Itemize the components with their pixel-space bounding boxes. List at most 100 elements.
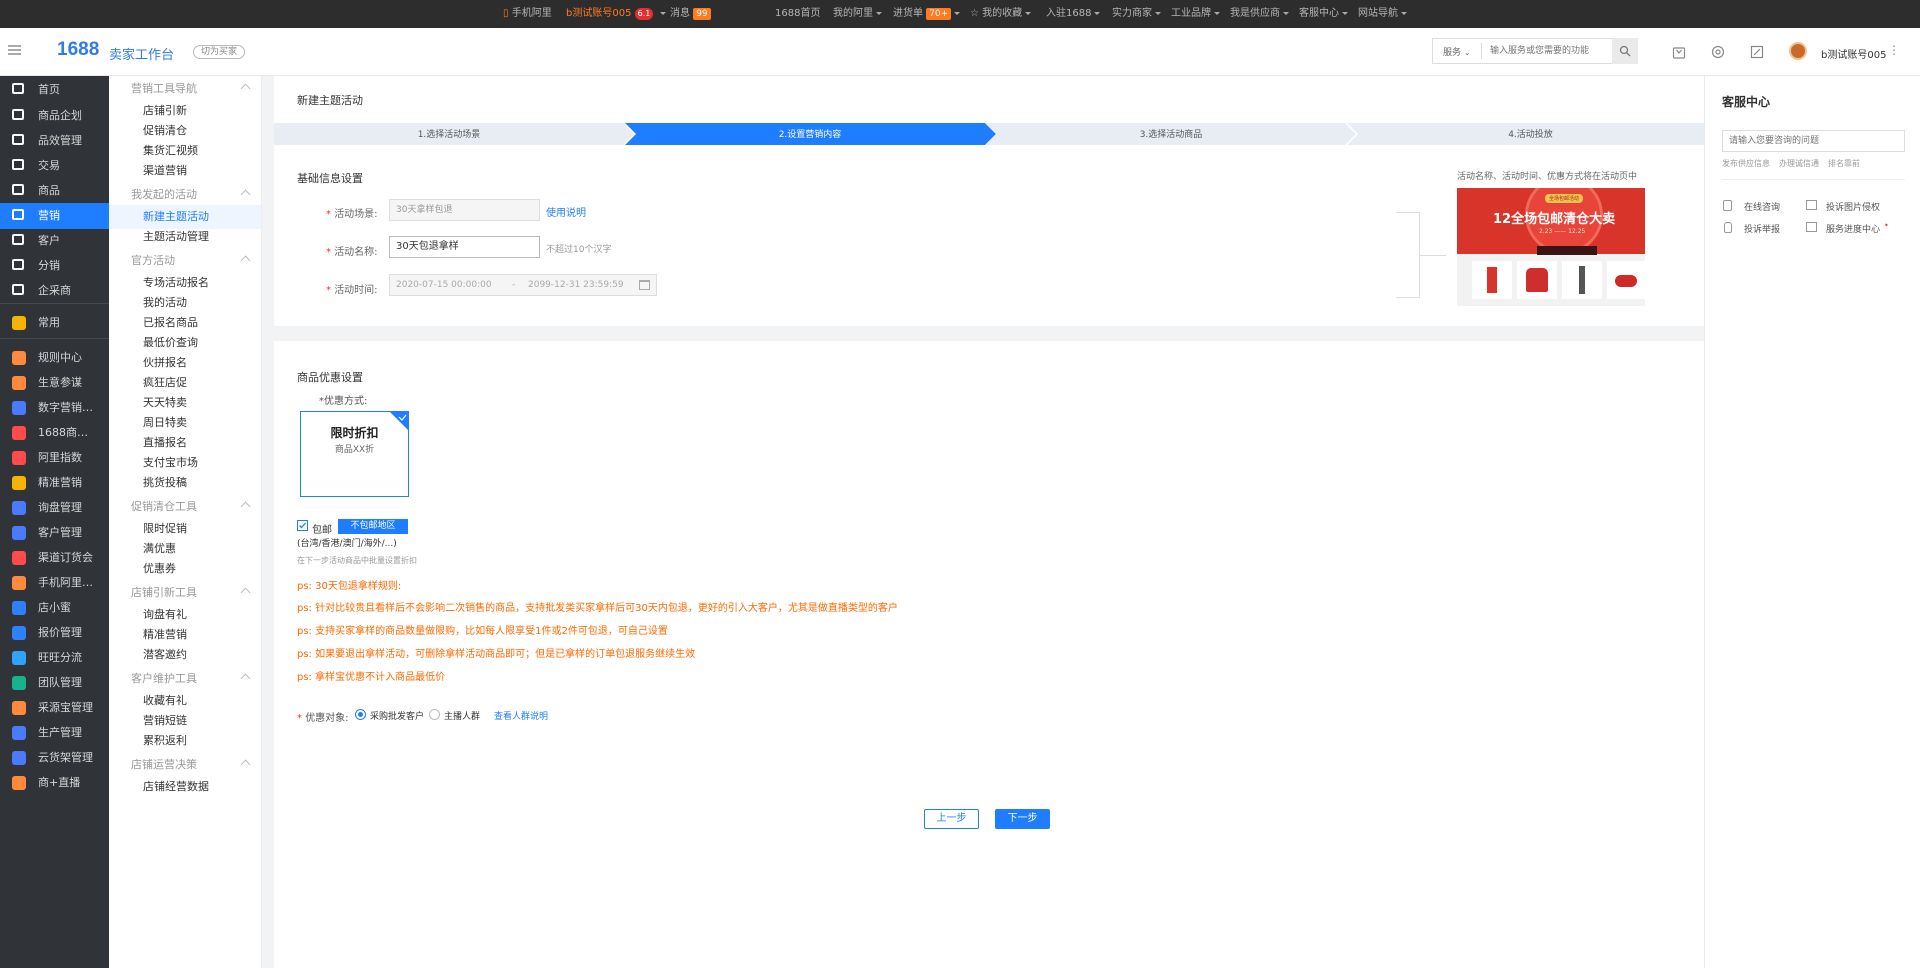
main-nav-item[interactable]: 品效管理: [0, 128, 109, 154]
main-nav-item[interactable]: 交易: [0, 153, 109, 179]
purchase-list-menu[interactable]: 进货单 70+: [893, 0, 961, 28]
online-consult-link[interactable]: 在线咨询: [1744, 200, 1780, 213]
excluded-regions-text: (台湾/香港/澳门/海外/...): [297, 539, 397, 549]
preview-note: 活动名称、活动时间、优惠方式将在活动页中: [1457, 172, 1638, 182]
report-link[interactable]: 投诉举报: [1744, 222, 1780, 235]
service-center-menu[interactable]: 客服中心: [1299, 0, 1348, 28]
main-nav-item[interactable]: 生意参谋: [0, 370, 109, 396]
audience-help-link[interactable]: 查看人群说明: [494, 709, 548, 722]
service-progress-link[interactable]: 服务进度中心: [1826, 222, 1880, 235]
main-nav-item[interactable]: 渠道订货会: [0, 545, 109, 571]
gear-icon[interactable]: [1710, 44, 1726, 63]
step-1: 1.选择活动场景: [417, 130, 481, 140]
subnav-group-header[interactable]: 我发起的活动: [131, 186, 251, 202]
free-shipping-label: 包邮: [312, 525, 332, 536]
subnav-group-header[interactable]: 官方活动: [131, 252, 251, 268]
main-nav-item[interactable]: 数字营销…: [0, 395, 109, 421]
industrial-menu[interactable]: 工业品牌: [1171, 0, 1220, 28]
free-shipping-checkbox[interactable]: [297, 520, 308, 531]
subnav-item[interactable]: 累积返利: [109, 729, 261, 753]
service-tag-3[interactable]: 排名靠前: [1828, 158, 1860, 169]
messages-link[interactable]: 消息 99: [670, 0, 711, 28]
service-tag-1[interactable]: 发布供应信息: [1722, 158, 1770, 169]
main-nav-item[interactable]: 手机阿里…: [0, 570, 109, 596]
main-nav-item[interactable]: 规则中心: [0, 345, 109, 371]
user-name[interactable]: b测试账号005: [1821, 46, 1886, 61]
image-infringement-link[interactable]: 投诉图片侵权: [1826, 200, 1880, 213]
main-nav-item[interactable]: 客户: [0, 228, 109, 254]
mobile-alibaba-link[interactable]: ▯ 手机阿里: [503, 0, 552, 28]
usage-link[interactable]: 使用说明: [546, 204, 586, 219]
nav-item-icon: [12, 184, 24, 195]
subnav-item[interactable]: 优惠券: [109, 557, 261, 581]
subnav-item[interactable]: 渠道营销: [109, 159, 261, 183]
radio-wholesale-label[interactable]: 采购批发客户: [370, 709, 424, 722]
shopping-bag-icon[interactable]: [1671, 44, 1687, 63]
avatar[interactable]: [1789, 42, 1807, 60]
favorites-menu[interactable]: ☆ 我的收藏: [970, 0, 1032, 28]
service-question-input[interactable]: [1722, 130, 1905, 152]
service-tag-2[interactable]: 办理诚信通: [1779, 158, 1819, 169]
supplier-menu[interactable]: 我是供应商: [1230, 0, 1289, 28]
target-label: * 优惠对象:: [297, 713, 349, 724]
subnav-item[interactable]: 潜客邀约: [109, 643, 261, 667]
sitemap-menu[interactable]: 网站导航: [1358, 0, 1407, 28]
main-nav-item[interactable]: 常用: [0, 310, 109, 336]
main-nav-item[interactable]: 采源宝管理: [0, 695, 109, 721]
excluded-regions-button[interactable]: 不包邮地区: [338, 519, 408, 534]
main-nav-item[interactable]: 客户管理: [0, 520, 109, 546]
time-range-picker[interactable]: 2020-07-15 00:00:00 - 2099-12-31 23:59:5…: [389, 274, 657, 296]
subnav-group-header[interactable]: 客户维护工具: [131, 670, 251, 686]
subnav-group-header[interactable]: 促销清仓工具: [131, 498, 251, 514]
main-nav-item[interactable]: 阿里指数: [0, 445, 109, 471]
subnav-item[interactable]: 主题活动管理: [109, 225, 261, 249]
main-nav-item[interactable]: 报价管理: [0, 620, 109, 646]
more-icon[interactable]: ⋮: [1888, 43, 1900, 57]
main-nav-item[interactable]: 云货架管理: [0, 745, 109, 771]
radio-streamer-label[interactable]: 主播人群: [444, 709, 480, 722]
prev-step-button[interactable]: 上一步: [924, 809, 979, 829]
nav-item-icon: [12, 701, 26, 715]
scene-label: * 活动场景:: [326, 209, 378, 220]
join-menu[interactable]: 入驻1688: [1046, 0, 1101, 28]
radio-wholesale[interactable]: [355, 709, 366, 720]
next-step-button[interactable]: 下一步: [995, 809, 1050, 829]
main-nav-item[interactable]: 询盘管理: [0, 495, 109, 521]
main-nav-item[interactable]: 团队管理: [0, 670, 109, 696]
account-menu[interactable]: b测试账号005 6.1: [566, 0, 666, 28]
time-start: 2020-07-15 00:00:00: [396, 280, 492, 290]
subnav-item[interactable]: 店铺经营数据: [109, 775, 261, 799]
main-nav-item[interactable]: 商品: [0, 178, 109, 204]
subnav-item[interactable]: 挑货投稿: [109, 471, 261, 495]
subnav-group-header[interactable]: 店铺运营决策: [131, 756, 251, 772]
subnav-group-header[interactable]: 营销工具导航: [131, 80, 251, 96]
collapse-menu-icon[interactable]: [8, 45, 21, 55]
main-nav-item[interactable]: 精准营销: [0, 470, 109, 496]
main-nav-item[interactable]: 生产管理: [0, 720, 109, 746]
main-nav-item[interactable]: 营销: [0, 203, 109, 229]
switch-to-buyer-button[interactable]: 切为买家: [193, 45, 246, 59]
main-nav-item[interactable]: 商+直播: [0, 770, 109, 796]
activity-banner-preview: 全场包邮活动 12全场包邮清仓大卖 2.23 —— 12.25: [1457, 188, 1645, 306]
main-nav-item[interactable]: 企采商: [0, 278, 109, 304]
discount-type-card[interactable]: 限时折扣 商品XX折: [300, 411, 409, 497]
subnav-group-header[interactable]: 店铺引新工具: [131, 584, 251, 600]
strong-merchants-menu[interactable]: 实力商家: [1112, 0, 1161, 28]
nav-item-icon: [12, 601, 26, 615]
edit-icon[interactable]: [1749, 44, 1765, 63]
main-nav-item[interactable]: 分销: [0, 253, 109, 279]
main-nav-item[interactable]: 商品企划: [0, 103, 109, 129]
activity-name-input[interactable]: 30天包退拿样: [389, 236, 540, 258]
home-link[interactable]: 1688首页: [775, 0, 820, 28]
logo[interactable]: 1688: [57, 39, 99, 61]
main-nav-item[interactable]: 首页: [0, 77, 109, 103]
nav-separator: [0, 303, 109, 304]
phone-icon: [1723, 200, 1732, 211]
my-alibaba-menu[interactable]: 我的阿里: [833, 0, 882, 28]
search-button[interactable]: [1612, 38, 1638, 64]
main-nav-item[interactable]: 1688商…: [0, 420, 109, 446]
radio-streamer[interactable]: [429, 709, 440, 720]
main-nav-item[interactable]: 店小蜜: [0, 595, 109, 621]
search-scope-select[interactable]: 服务 ⌄: [1443, 45, 1471, 58]
main-nav-item[interactable]: 旺旺分流: [0, 645, 109, 671]
